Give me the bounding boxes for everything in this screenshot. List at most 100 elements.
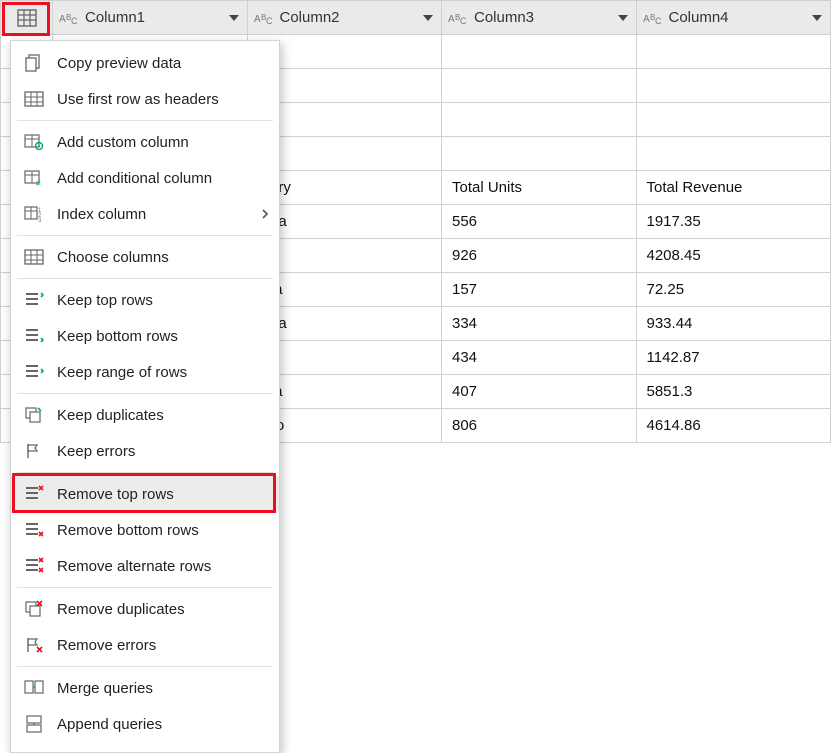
- data-cell[interactable]: [636, 137, 831, 171]
- dup-remove-icon: [23, 598, 45, 620]
- data-cell[interactable]: 556: [442, 205, 637, 239]
- table-gear-icon: [23, 131, 45, 153]
- dup-keep-icon: [23, 404, 45, 426]
- data-cell[interactable]: 933.44: [636, 307, 831, 341]
- data-cell[interactable]: 157: [442, 273, 637, 307]
- menu-item-label: Append queries: [57, 716, 269, 733]
- menu-item-label: Remove duplicates: [57, 601, 269, 618]
- data-cell[interactable]: [442, 35, 637, 69]
- menu-separator: [17, 393, 273, 394]
- menu-item-copy-preview[interactable]: Copy preview data: [11, 45, 279, 81]
- column-label: Column1: [85, 9, 219, 26]
- data-cell[interactable]: 926: [442, 239, 637, 273]
- data-cell[interactable]: 4614.86: [636, 409, 831, 443]
- menu-item-merge-queries[interactable]: Merge queries: [11, 670, 279, 706]
- data-cell[interactable]: [442, 69, 637, 103]
- merge-icon: [23, 677, 45, 699]
- menu-item-label: Keep errors: [57, 443, 269, 460]
- flag-icon: [23, 440, 45, 462]
- data-cell[interactable]: [636, 103, 831, 137]
- menu-item-remove-errors[interactable]: Remove errors: [11, 627, 279, 663]
- data-cell[interactable]: 434: [442, 341, 637, 375]
- table-context-menu: Copy preview data Use first row as header…: [10, 40, 280, 753]
- filter-dropdown-icon[interactable]: [614, 9, 632, 27]
- table-icon: [23, 88, 45, 110]
- data-cell[interactable]: 806: [442, 409, 637, 443]
- menu-item-remove-duplicates[interactable]: Remove duplicates: [11, 591, 279, 627]
- menu-item-label: Keep duplicates: [57, 407, 269, 424]
- column-header-2[interactable]: ABC Column2: [247, 1, 442, 35]
- menu-item-first-row-headers[interactable]: Use first row as headers: [11, 81, 279, 117]
- menu-separator: [17, 235, 273, 236]
- filter-dropdown-icon[interactable]: [225, 9, 243, 27]
- abc-type-icon: ABC: [643, 11, 663, 25]
- menu-item-label: Remove bottom rows: [57, 522, 269, 539]
- menu-item-label: Copy preview data: [57, 55, 269, 72]
- data-cell[interactable]: Total Revenue: [636, 171, 831, 205]
- data-cell[interactable]: 1917.35: [636, 205, 831, 239]
- menu-separator: [17, 120, 273, 121]
- data-cell[interactable]: [636, 35, 831, 69]
- menu-item-label: Choose columns: [57, 249, 269, 266]
- copy-icon: [23, 52, 45, 74]
- menu-item-remove-bottom-rows[interactable]: Remove bottom rows: [11, 512, 279, 548]
- svg-text:A: A: [448, 14, 455, 25]
- table-123-icon: 123: [23, 203, 45, 225]
- menu-separator: [17, 666, 273, 667]
- header-row: ABC Column1 ABC Column2: [1, 1, 831, 35]
- menu-item-add-conditional[interactable]: ≠ Add conditional column: [11, 160, 279, 196]
- data-cell[interactable]: [442, 137, 637, 171]
- column-header-3[interactable]: ABC Column3: [442, 1, 637, 35]
- table-corner-cell[interactable]: [1, 1, 53, 35]
- menu-item-label: Remove top rows: [57, 486, 269, 503]
- menu-item-label: Add conditional column: [57, 170, 269, 187]
- data-cell[interactable]: 72.25: [636, 273, 831, 307]
- data-cell[interactable]: [636, 69, 831, 103]
- menu-item-label: Add custom column: [57, 134, 269, 151]
- flag-remove-icon: [23, 634, 45, 656]
- column-label: Column2: [280, 9, 414, 26]
- data-cell[interactable]: 4208.45: [636, 239, 831, 273]
- menu-item-append-queries[interactable]: Append queries: [11, 706, 279, 742]
- data-cell[interactable]: [442, 103, 637, 137]
- data-cell[interactable]: Total Units: [442, 171, 637, 205]
- menu-separator: [17, 472, 273, 473]
- svg-text:A: A: [643, 14, 650, 25]
- menu-item-remove-alternate[interactable]: Remove alternate rows: [11, 548, 279, 584]
- menu-item-keep-range-rows[interactable]: Keep range of rows: [11, 354, 279, 390]
- column-header-4[interactable]: ABC Column4: [636, 1, 831, 35]
- column-label: Column4: [669, 9, 803, 26]
- abc-type-icon: ABC: [254, 11, 274, 25]
- svg-text:≠: ≠: [36, 178, 41, 187]
- menu-item-remove-top-rows[interactable]: Remove top rows: [11, 476, 279, 512]
- svg-text:C: C: [266, 16, 273, 25]
- data-cell[interactable]: 1142.87: [636, 341, 831, 375]
- filter-dropdown-icon[interactable]: [419, 9, 437, 27]
- svg-text:A: A: [59, 14, 66, 25]
- abc-type-icon: ABC: [448, 11, 468, 25]
- menu-item-label: Remove errors: [57, 637, 269, 654]
- filter-dropdown-icon[interactable]: [808, 9, 826, 27]
- column-header-1[interactable]: ABC Column1: [53, 1, 248, 35]
- chevron-right-icon: [261, 208, 269, 220]
- column-label: Column3: [474, 9, 608, 26]
- menu-item-index-column[interactable]: 123 Index column: [11, 196, 279, 232]
- table-icon: [23, 246, 45, 268]
- menu-item-label: Keep bottom rows: [57, 328, 269, 345]
- menu-item-keep-errors[interactable]: Keep errors: [11, 433, 279, 469]
- menu-item-label: Merge queries: [57, 680, 269, 697]
- menu-item-add-custom-column[interactable]: Add custom column: [11, 124, 279, 160]
- data-cell[interactable]: 334: [442, 307, 637, 341]
- menu-item-keep-duplicates[interactable]: Keep duplicates: [11, 397, 279, 433]
- svg-text:A: A: [254, 14, 261, 25]
- append-icon: [23, 713, 45, 735]
- menu-item-keep-top-rows[interactable]: Keep top rows: [11, 282, 279, 318]
- menu-item-choose-columns[interactable]: Choose columns: [11, 239, 279, 275]
- menu-item-keep-bottom-rows[interactable]: Keep bottom rows: [11, 318, 279, 354]
- data-cell[interactable]: 5851.3: [636, 375, 831, 409]
- menu-item-label: Index column: [57, 206, 249, 223]
- data-cell[interactable]: 407: [442, 375, 637, 409]
- menu-separator: [17, 278, 273, 279]
- svg-text:C: C: [460, 16, 467, 25]
- svg-text:C: C: [71, 16, 78, 25]
